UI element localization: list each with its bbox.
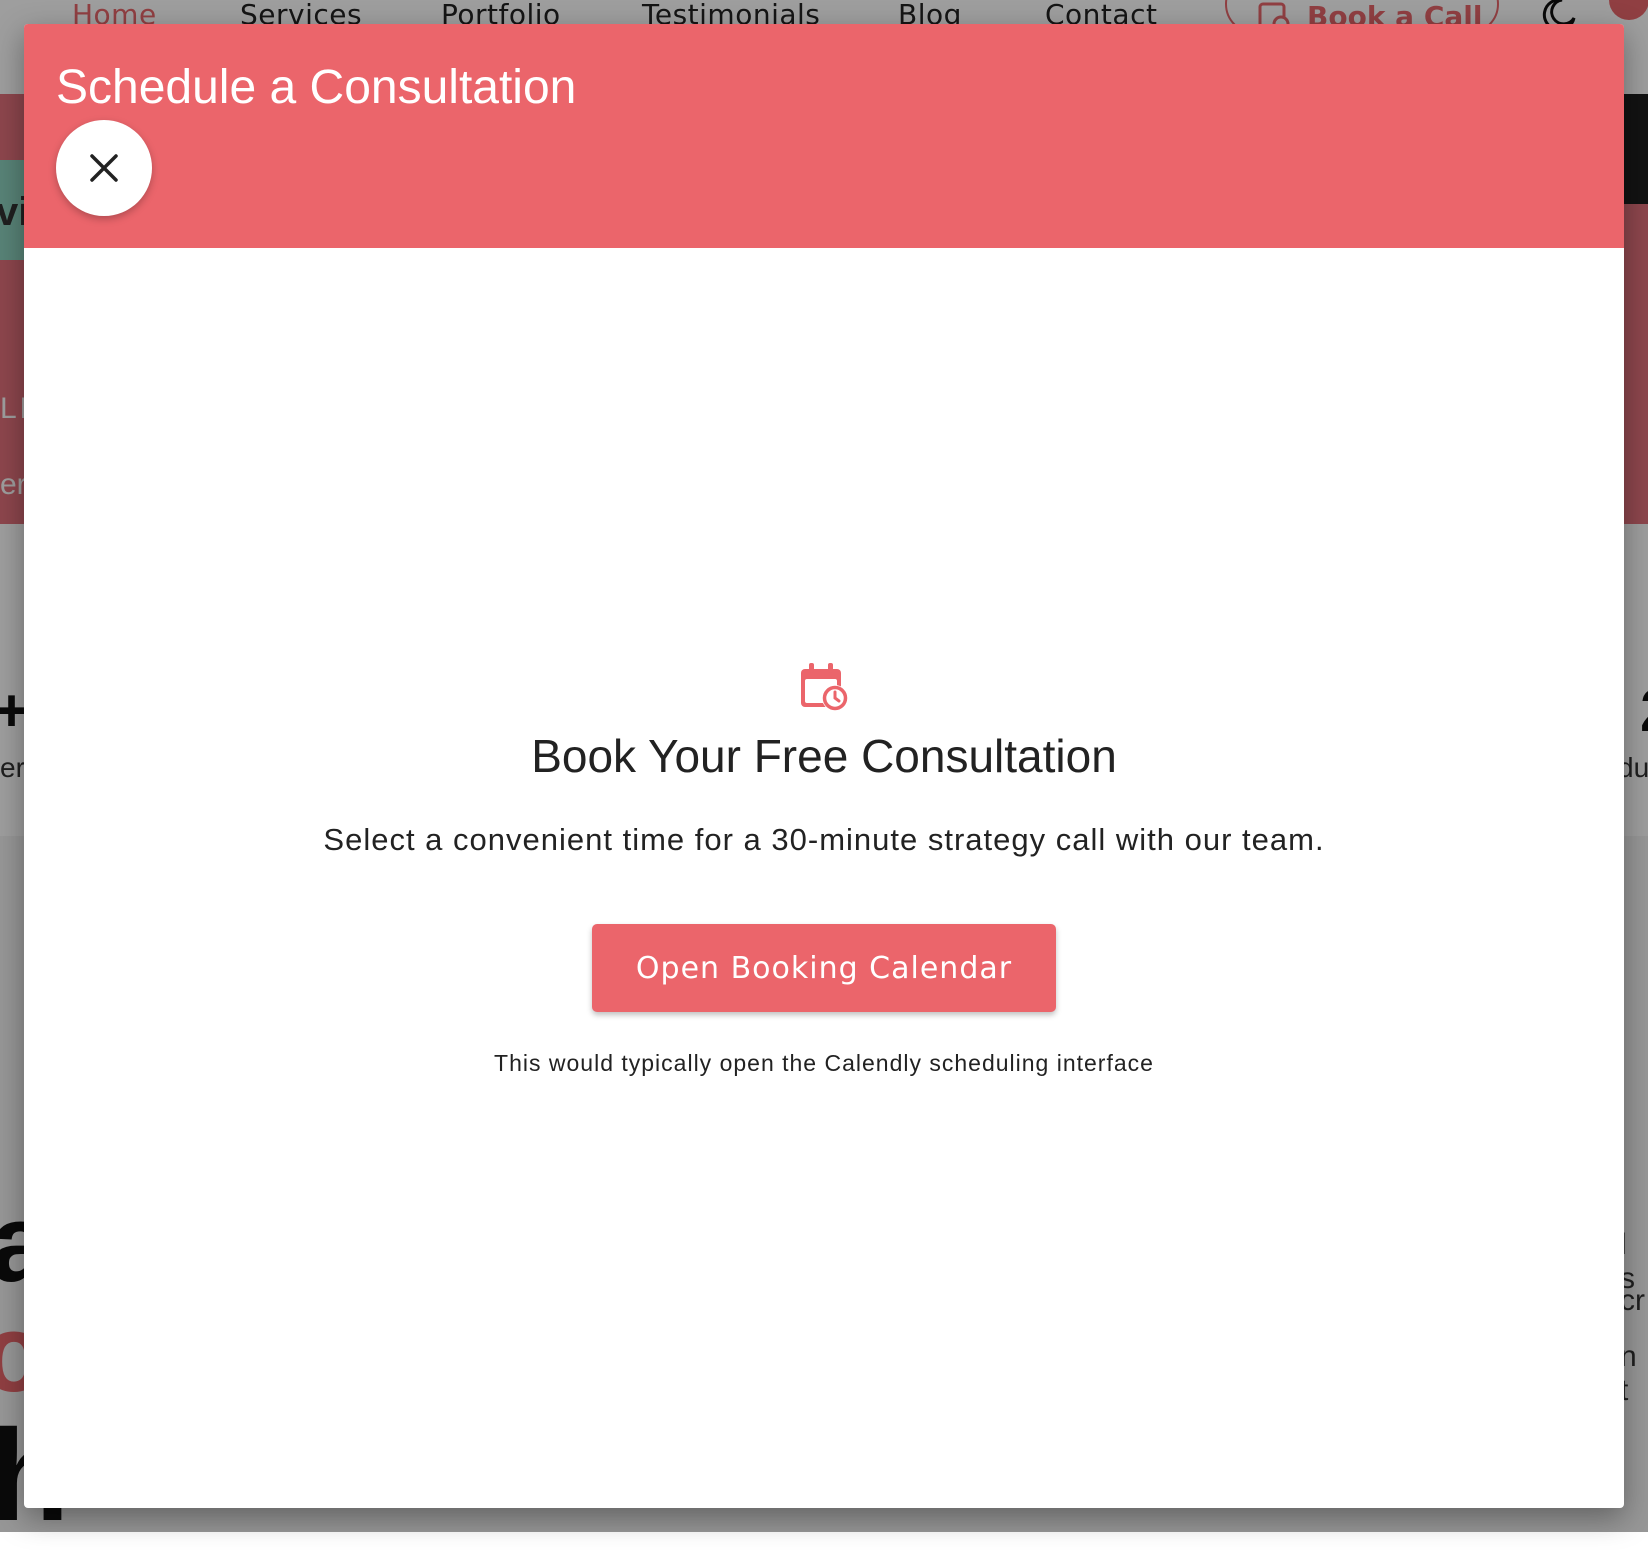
- open-booking-calendar-button[interactable]: Open Booking Calendar: [592, 924, 1056, 1012]
- modal-body: Book Your Free Consultation Select a con…: [24, 248, 1624, 1508]
- booking-note: This would typically open the Calendly s…: [494, 1050, 1154, 1076]
- close-icon: [90, 154, 118, 182]
- consultation-description: Select a convenient time for a 30-minute…: [323, 822, 1325, 857]
- consultation-modal: Schedule a Consultation Book Your Free C…: [24, 24, 1624, 1508]
- modal-header: Schedule a Consultation: [24, 24, 1624, 248]
- close-button[interactable]: [56, 120, 152, 216]
- calendar-clock-icon: [799, 661, 851, 718]
- modal-title: Schedule a Consultation: [56, 61, 577, 114]
- consultation-heading: Book Your Free Consultation: [531, 730, 1117, 782]
